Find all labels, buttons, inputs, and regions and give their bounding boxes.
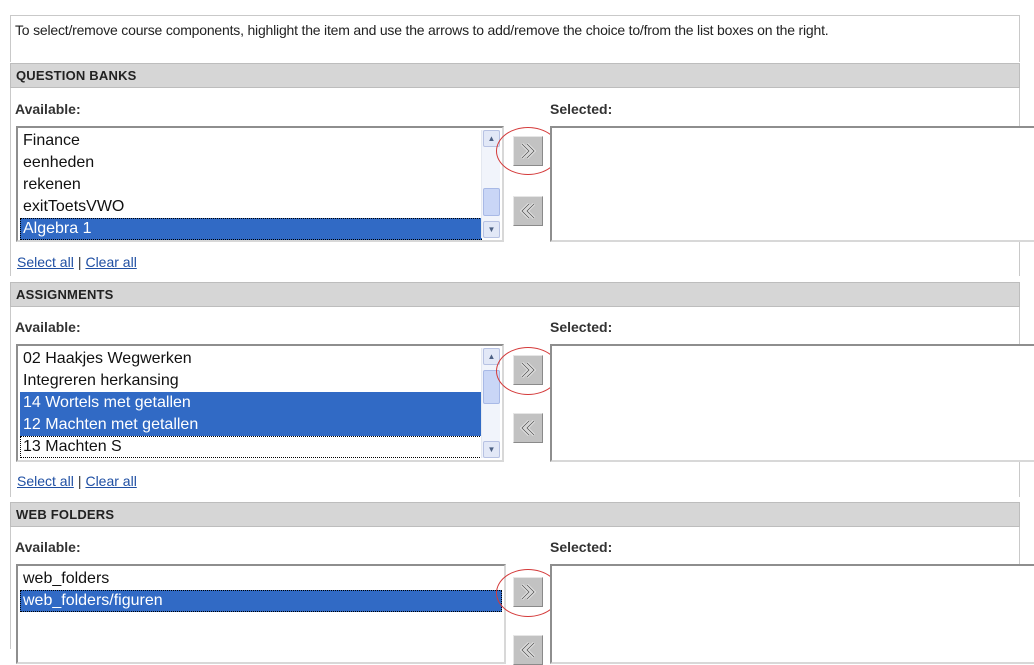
question-banks-selected-list[interactable] [550, 126, 1034, 242]
scroll-up-icon[interactable]: ▲ [483, 130, 500, 147]
remove-question-bank-button[interactable] [513, 196, 543, 226]
available-label: Available: [15, 539, 81, 555]
section-assignments: Available: Selected: 02 Haakjes Wegwerke… [10, 307, 1034, 497]
list-item[interactable]: Finance [20, 130, 482, 152]
section-header-web-folders: WEB FOLDERS [10, 502, 1020, 527]
double-chevron-left-icon [520, 203, 535, 219]
clear-all-link[interactable]: Clear all [85, 473, 136, 489]
select-all-link[interactable]: Select all [17, 254, 74, 270]
double-chevron-right-icon [521, 143, 536, 159]
list-item-selected[interactable]: 14 Wortels met getallen [20, 392, 482, 414]
remove-assignment-button[interactable] [513, 413, 543, 443]
selected-label: Selected: [550, 101, 613, 117]
add-web-folder-button[interactable] [513, 577, 543, 607]
question-banks-available-list[interactable]: Finance eenheden rekenen exitToetsVWO Al… [16, 126, 504, 242]
assignments-available-list[interactable]: 02 Haakjes Wegwerken Integreren herkansi… [16, 344, 504, 462]
list-item[interactable]: exitToetsVWO [20, 196, 482, 218]
assignments-select-links: Select all | Clear all [17, 473, 137, 489]
add-question-bank-button[interactable] [513, 136, 543, 166]
remove-web-folder-button[interactable] [513, 635, 543, 665]
list-item[interactable]: Integreren herkansing [20, 370, 482, 392]
selected-label: Selected: [550, 319, 613, 335]
section-header-assignments: ASSIGNMENTS [10, 282, 1020, 307]
scrollbar-thumb[interactable] [483, 188, 500, 216]
section-header-question-banks: QUESTION BANKS [10, 63, 1020, 88]
double-chevron-left-icon [520, 420, 535, 436]
scrollbar[interactable]: ▲ ▼ [481, 348, 500, 458]
section-question-banks: Available: Selected: Finance eenheden re… [10, 88, 1034, 276]
web-folders-selected-list[interactable] [550, 564, 1034, 664]
selected-label: Selected: [550, 539, 613, 555]
list-item[interactable]: eenheden [20, 152, 482, 174]
question-banks-select-links: Select all | Clear all [17, 254, 137, 270]
assignments-selected-list[interactable] [550, 344, 1034, 462]
section-web-folders: Available: Selected: web_folders web_fol… [10, 527, 1034, 665]
scroll-up-icon[interactable]: ▲ [483, 348, 500, 365]
double-chevron-right-icon [521, 362, 536, 378]
scrollbar[interactable]: ▲ ▼ [481, 130, 500, 238]
scrollbar-thumb[interactable] [483, 370, 500, 404]
list-item[interactable]: rekenen [20, 174, 482, 196]
list-item-selected[interactable]: 12 Machten met getallen [20, 414, 482, 436]
list-item[interactable]: 13 Machten S [20, 436, 482, 458]
list-item-selected[interactable]: web_folders/figuren [20, 590, 502, 612]
web-folders-available-list[interactable]: web_folders web_folders/figuren [16, 564, 506, 664]
add-assignment-button[interactable] [513, 355, 543, 385]
list-item[interactable]: 02 Haakjes Wegwerken [20, 348, 482, 370]
select-all-link[interactable]: Select all [17, 473, 74, 489]
clear-all-link[interactable]: Clear all [85, 254, 136, 270]
available-label: Available: [15, 101, 81, 117]
double-chevron-right-icon [521, 584, 536, 600]
scroll-down-icon[interactable]: ▼ [483, 441, 500, 458]
instructions-text: To select/remove course components, high… [10, 15, 1020, 62]
list-item-selected[interactable]: Algebra 1 [20, 218, 482, 240]
available-label: Available: [15, 319, 81, 335]
double-chevron-left-icon [520, 642, 535, 658]
list-item[interactable]: web_folders [20, 568, 502, 590]
scroll-down-icon[interactable]: ▼ [483, 221, 500, 238]
